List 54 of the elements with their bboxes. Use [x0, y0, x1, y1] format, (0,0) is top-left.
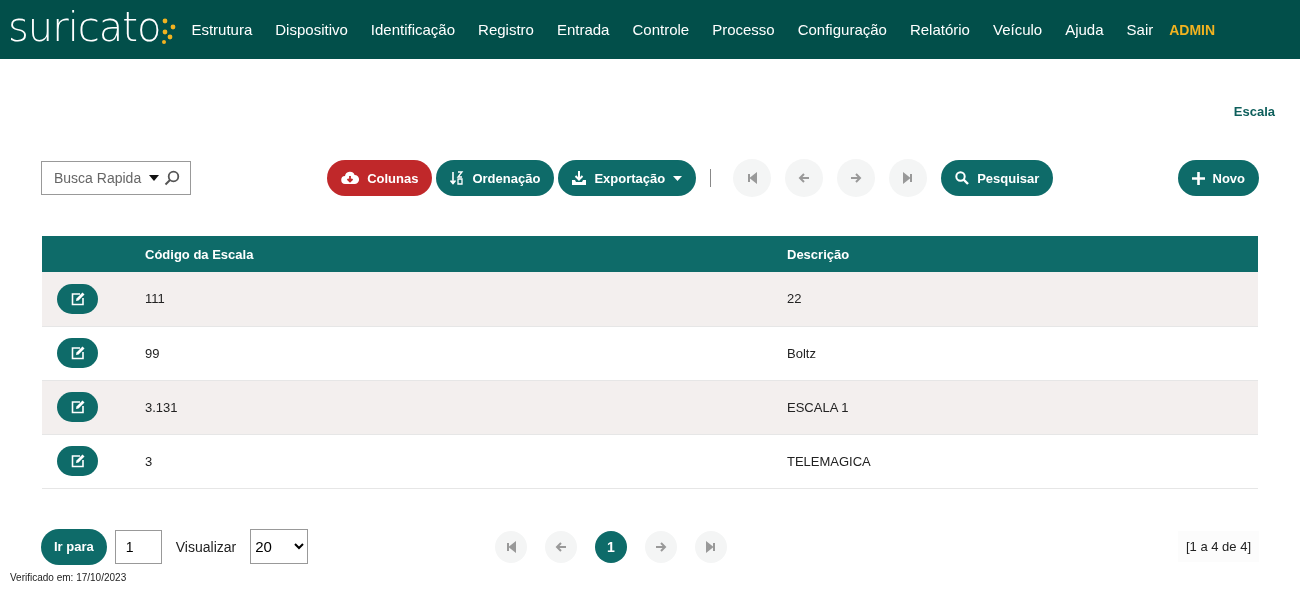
edit-button[interactable]: [57, 392, 98, 422]
edit-icon: [70, 454, 85, 468]
table-cell: 3: [145, 453, 153, 469]
logo[interactable]: suricato: [8, 12, 178, 47]
page-button[interactable]: 1: [595, 530, 627, 563]
table-cell: 111: [145, 291, 165, 307]
sort-icon: [450, 171, 465, 185]
table-cell: Boltz: [787, 345, 816, 361]
download-icon: [572, 171, 587, 185]
export-button[interactable]: Exportação: [558, 160, 697, 196]
view-label: Visualizar: [174, 538, 238, 555]
edit-icon: [70, 291, 85, 306]
menu-item[interactable]: Ajuda: [1065, 21, 1104, 38]
menu-item[interactable]: Processo: [712, 21, 775, 38]
user-menu[interactable]: ADMIN: [1169, 21, 1216, 38]
search-button[interactable]: Pesquisar: [941, 160, 1054, 196]
edit-button[interactable]: [57, 283, 98, 314]
menu-item[interactable]: Relatório: [909, 21, 970, 38]
columns-button[interactable]: Colunas: [327, 160, 433, 196]
table-cell: TELEMAGICA: [787, 453, 871, 469]
edit-icon: [70, 346, 85, 360]
caret-icon: [673, 175, 683, 181]
table-cell: 22: [787, 291, 802, 307]
column-header: Descrição: [787, 246, 850, 262]
menu-item[interactable]: Estrutura: [191, 21, 253, 38]
table-cell: ESCALA 1: [787, 399, 849, 415]
menu-item[interactable]: Entrada: [556, 21, 610, 38]
menu-item[interactable]: Identificação: [370, 21, 456, 38]
menu-item[interactable]: Dispositivo: [275, 21, 348, 38]
page-size-select[interactable]: 20: [250, 529, 309, 564]
table-cell: 99: [145, 345, 160, 361]
quick-search-field[interactable]: Busca Rapida: [41, 161, 191, 195]
menu-item[interactable]: Registro: [478, 21, 534, 38]
verified-date: Verificado em: 17/10/2023: [9, 570, 128, 583]
new-button[interactable]: Novo: [1177, 160, 1259, 196]
search-icon: [955, 171, 970, 185]
sort-button[interactable]: Ordenação: [436, 160, 555, 196]
edit-button[interactable]: [57, 446, 98, 476]
page-number-field[interactable]: 1: [114, 529, 162, 564]
search-icon: [164, 170, 180, 186]
table-cell: 3.131: [145, 399, 178, 415]
caret-icon: [149, 175, 159, 181]
menu-item[interactable]: Configuração: [797, 21, 887, 38]
go-to-button[interactable]: Ir para: [41, 528, 107, 565]
edit-button[interactable]: [57, 338, 98, 368]
column-header: Código da Escala: [145, 246, 254, 262]
page-title: Escala: [1233, 104, 1275, 120]
plus-icon: [1191, 171, 1205, 185]
menu-item[interactable]: Controle: [632, 21, 690, 38]
edit-icon: [70, 400, 85, 414]
menu-item[interactable]: Veículo: [992, 21, 1043, 38]
cloud-download-icon: [341, 171, 360, 185]
search-input[interactable]: Busca Rapida: [54, 170, 144, 186]
menu-item[interactable]: Sair: [1126, 21, 1154, 38]
